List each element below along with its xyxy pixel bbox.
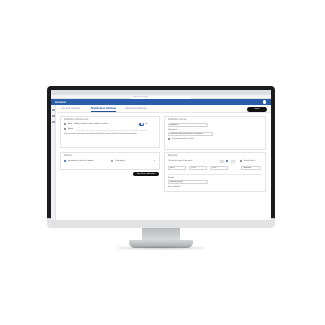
alert-toggle[interactable]	[139, 123, 144, 126]
alert-label: Alert - Notify members when update is ma…	[68, 123, 108, 125]
brand-logo[interactable]: Generic	[55, 100, 66, 104]
section-title: Notification Group	[168, 118, 187, 121]
schedule-label: On the first day of the week	[168, 160, 193, 162]
delivery-option-2: Daily digest	[115, 160, 126, 162]
every-week-label: Every Week	[244, 160, 255, 162]
delivery-radio-digest[interactable]	[111, 160, 114, 163]
send-test-button[interactable]: Send test notification	[133, 172, 159, 176]
section-title: Notification Preferences	[64, 118, 89, 121]
external-checkbox[interactable]	[168, 138, 171, 141]
list-icon[interactable]	[52, 115, 55, 118]
alert-value: On	[145, 123, 148, 125]
notification-preferences-panel: Notification Preferences Alert - Notify …	[60, 116, 160, 148]
home-icon[interactable]	[52, 109, 55, 112]
settings-icon[interactable]	[52, 121, 55, 124]
delivery-option-1: Immediately after the update	[68, 160, 94, 162]
tab-general[interactable]: General Settings	[61, 107, 80, 111]
user-avatar-icon[interactable]	[262, 100, 266, 104]
every-week-checkbox[interactable]	[240, 160, 243, 163]
chevron-down-icon[interactable]: ▾	[154, 160, 155, 163]
default-label: Set as default	[168, 186, 181, 188]
time-field-2[interactable]: 12:00	[189, 166, 207, 170]
delivery-radio-immediate[interactable]	[64, 160, 67, 163]
notification-group-panel: Notification Group Members Recipients Se…	[164, 116, 266, 150]
apply-label: Apply	[68, 128, 74, 130]
divider	[168, 174, 262, 175]
screen: app.com/settings Generic General Setting…	[51, 90, 271, 220]
section-title: Delivery	[64, 154, 73, 157]
recipients-select[interactable]: Selected users and teams in the group	[168, 132, 213, 136]
delivery-panel: Delivery Immediately after the update Da…	[60, 152, 160, 170]
sidebar	[51, 105, 56, 220]
time-field-3[interactable]: 16:00	[210, 166, 228, 170]
schedule-panel: Schedule On the first day of the week Ev…	[164, 152, 266, 192]
section-title: Schedule	[168, 154, 178, 157]
tab-advanced[interactable]: Advanced Settings	[125, 107, 147, 111]
priority-select[interactable]: Normal priority	[168, 180, 208, 184]
time-field-1[interactable]: 08:00	[168, 166, 186, 170]
schedule-radio[interactable]	[226, 160, 229, 163]
external-label: Include external contacts	[172, 138, 195, 140]
stand-shadow	[118, 246, 204, 250]
group-select[interactable]: Members	[168, 123, 208, 127]
timezone-field[interactable]: Timezone	[241, 166, 261, 170]
tab-notifications[interactable]: Notification Settings	[91, 107, 117, 112]
apply-checkbox[interactable]	[64, 128, 67, 131]
description-text: Send an email to the team and include al…	[64, 133, 138, 135]
settings-tabs: General Settings Notification Settings A…	[57, 105, 271, 113]
save-button[interactable]: Save	[247, 106, 267, 112]
schedule-stepper[interactable]	[220, 160, 224, 163]
alert-checkbox[interactable]	[64, 123, 67, 126]
schedule-stepper-2[interactable]	[231, 160, 235, 163]
divider	[77, 129, 147, 130]
